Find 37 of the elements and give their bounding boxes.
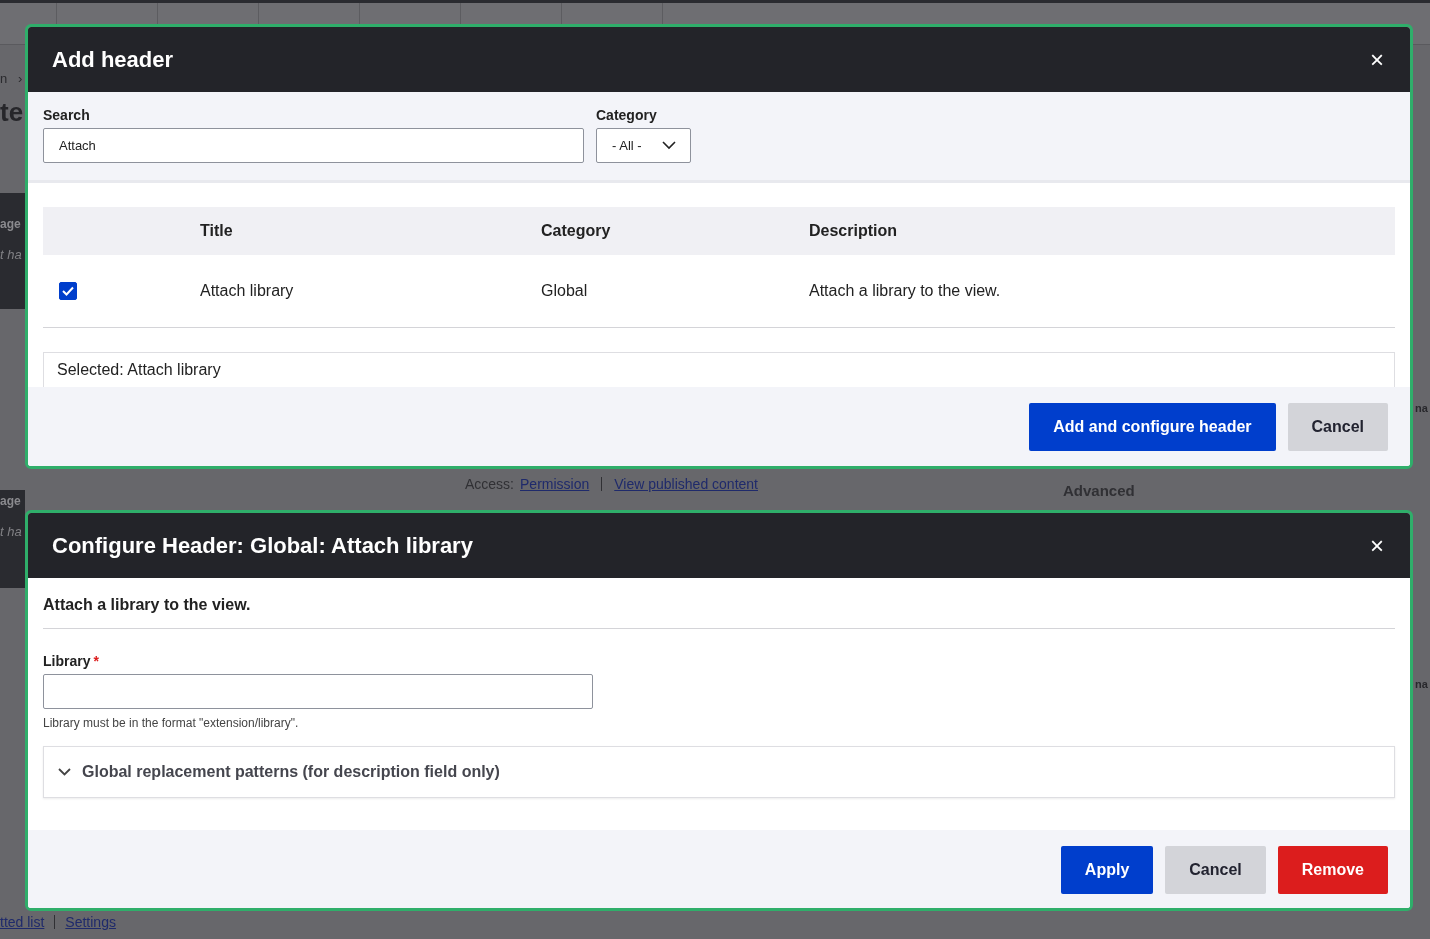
close-button[interactable]: × — [1370, 533, 1384, 558]
breadcrumb-separator: › — [18, 71, 23, 86]
text-fragment: na — [1415, 678, 1428, 690]
access-label: Access: — [465, 476, 514, 492]
column-header: Description — [809, 222, 898, 240]
library-field[interactable] — [43, 674, 593, 709]
library-label: Library — [43, 653, 91, 669]
column-header: Title — [200, 222, 234, 240]
panel-text: t ha — [0, 247, 23, 262]
dialog-title: Add header — [52, 46, 174, 73]
text-fragment: na — [1415, 402, 1428, 414]
search-field[interactable]: Attach — [43, 128, 584, 163]
page-heading: te — [0, 97, 24, 128]
dialog-button[interactable]: Add and configure header — [1029, 403, 1276, 451]
field-description: Library must be in the format "extension/library". — [43, 716, 300, 730]
chevron-down-icon — [662, 141, 676, 150]
dialog-button[interactable]: Apply — [1060, 846, 1154, 894]
table-cell-text: Attach a library to the view. — [809, 282, 1002, 300]
dialog-button[interactable]: Cancel — [1287, 403, 1388, 451]
dialog-title: Configure Header: Global: Attach library — [52, 532, 473, 559]
panel-title: age — [0, 217, 22, 231]
panel-text: t ha — [0, 524, 23, 539]
details-toggle[interactable]: Global replacement patterns (for description field only) — [43, 746, 1395, 798]
column-header: Category — [541, 222, 612, 240]
checkbox[interactable] — [59, 282, 77, 300]
chevron-down-icon — [58, 768, 71, 776]
dialog-intro: Attach a library to the view. — [43, 596, 1395, 629]
search-label: Search — [43, 107, 91, 123]
required-mark: * — [93, 653, 99, 669]
table-cell-text: Global — [541, 282, 589, 300]
table-cell-text: Attach library — [200, 282, 295, 300]
category-select[interactable]: - All - — [596, 128, 691, 163]
close-button[interactable]: × — [1370, 47, 1384, 72]
dialog-button[interactable]: Cancel — [1165, 846, 1266, 894]
dialog-button[interactable]: Remove — [1277, 846, 1388, 894]
panel-title: age — [0, 494, 22, 508]
category-label: Category — [596, 107, 658, 123]
